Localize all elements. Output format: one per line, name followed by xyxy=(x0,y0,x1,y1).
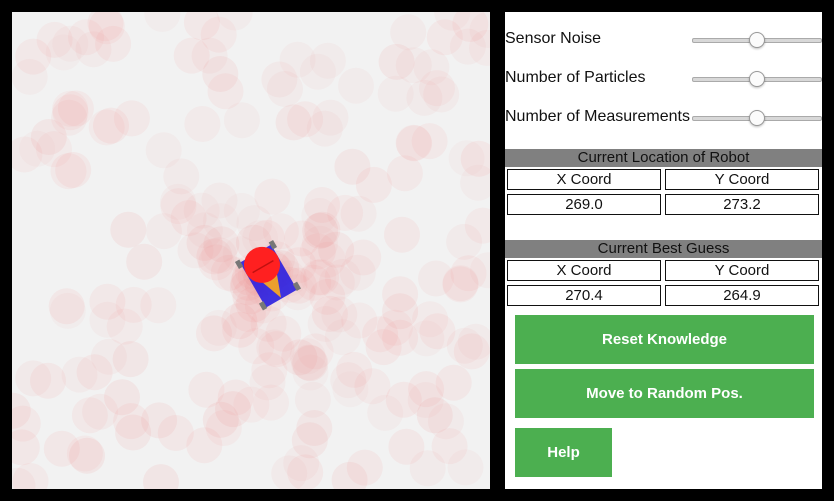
particle xyxy=(362,316,399,353)
particles-thumb[interactable] xyxy=(749,71,765,87)
particle xyxy=(95,25,132,62)
particle xyxy=(141,402,178,439)
help-button[interactable]: Help xyxy=(515,428,612,477)
particles-row: Number of Particles xyxy=(505,67,822,91)
guess-x-header: X Coord xyxy=(507,260,661,281)
particle xyxy=(51,99,88,136)
particle xyxy=(254,178,291,215)
particle xyxy=(170,200,207,237)
particle xyxy=(61,356,98,393)
particle xyxy=(334,148,371,185)
move-random-button[interactable]: Move to Random Pos. xyxy=(515,369,814,418)
particle xyxy=(145,132,182,169)
particle xyxy=(262,213,299,250)
particle xyxy=(306,110,343,147)
particle xyxy=(390,14,427,51)
control-panel: Sensor Noise Number of Particles Number … xyxy=(505,12,822,489)
sensor-noise-row: Sensor Noise xyxy=(505,28,822,52)
particle xyxy=(367,394,404,431)
particle xyxy=(419,313,456,350)
particle xyxy=(15,360,52,397)
particle xyxy=(384,216,420,253)
measurements-slider[interactable] xyxy=(692,110,822,126)
particle xyxy=(338,67,374,104)
particle xyxy=(48,288,85,325)
particle xyxy=(324,319,361,356)
particle xyxy=(88,109,125,146)
particle-map xyxy=(12,12,490,489)
sensor-noise-slider[interactable] xyxy=(692,32,822,48)
particle xyxy=(309,42,346,79)
particle xyxy=(215,391,251,428)
particle xyxy=(36,131,72,168)
simulation-world[interactable] xyxy=(12,12,490,489)
particle-cloud xyxy=(12,12,490,489)
particle xyxy=(336,351,373,388)
particle xyxy=(447,449,484,486)
particle xyxy=(407,382,444,418)
particle xyxy=(253,384,289,421)
measurements-row: Number of Measurements xyxy=(505,106,822,130)
particles-label: Number of Particles xyxy=(505,69,646,86)
robot-y-header: Y Coord xyxy=(665,169,819,190)
particle xyxy=(82,393,119,430)
particle xyxy=(223,102,260,139)
particle xyxy=(186,427,223,464)
robot-location-header: Current Location of Robot xyxy=(505,149,822,167)
guess-x-value: 270.4 xyxy=(507,285,661,306)
guess-y-header: Y Coord xyxy=(665,260,819,281)
particle xyxy=(267,71,303,107)
particle xyxy=(36,21,73,58)
particle xyxy=(291,422,328,459)
particle xyxy=(184,106,221,142)
measurements-thumb[interactable] xyxy=(749,110,765,126)
particle xyxy=(140,287,177,324)
robot-y-value: 273.2 xyxy=(665,194,819,215)
particle xyxy=(289,338,326,375)
robot-x-value: 269.0 xyxy=(507,194,661,215)
particle xyxy=(327,194,364,231)
guess-y-value: 264.9 xyxy=(665,285,819,306)
particle xyxy=(144,12,181,32)
sensor-noise-label: Sensor Noise xyxy=(505,30,602,47)
particle xyxy=(110,211,147,248)
particle xyxy=(126,243,163,280)
measurements-label: Number of Measurements xyxy=(505,108,690,125)
particles-slider[interactable] xyxy=(692,71,822,87)
best-guess-header: Current Best Guess xyxy=(505,240,822,258)
simulation-frame xyxy=(0,0,500,501)
particle xyxy=(388,428,425,465)
particle xyxy=(12,463,49,489)
particle xyxy=(89,283,126,320)
particle xyxy=(69,437,105,474)
particle xyxy=(295,264,332,301)
particle xyxy=(143,464,179,489)
particle xyxy=(406,79,443,116)
sensor-noise-thumb[interactable] xyxy=(749,32,765,48)
particle xyxy=(345,239,382,276)
particle xyxy=(396,125,433,162)
particle xyxy=(196,315,232,352)
particle xyxy=(202,56,239,92)
reset-knowledge-button[interactable]: Reset Knowledge xyxy=(515,315,814,364)
robot-x-header: X Coord xyxy=(507,169,661,190)
particle xyxy=(449,28,486,65)
